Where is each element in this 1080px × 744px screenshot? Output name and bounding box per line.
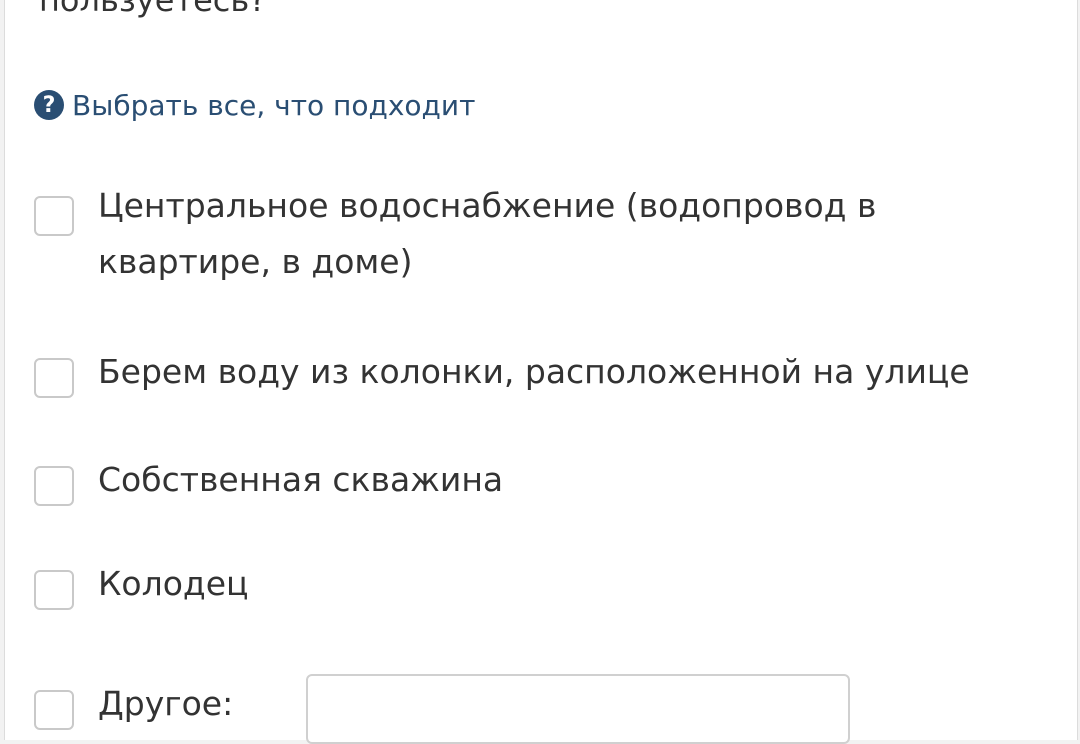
option-label: Центральное водоснабжение (водопровод в … xyxy=(98,186,877,281)
hint-text: Выбрать все, что подходит xyxy=(72,88,476,122)
question-circle-icon: ? xyxy=(34,90,64,120)
option-label: Собственная скважина xyxy=(98,460,504,499)
question-text: пользуетесь? xyxy=(39,0,267,19)
option-street-pump[interactable]: Берем воду из колонки, расположенной на … xyxy=(34,352,970,400)
option-own-well[interactable]: Собственная скважина xyxy=(34,460,503,508)
checkbox[interactable] xyxy=(34,570,74,610)
option-central-water[interactable]: Центральное водоснабжение (водопровод в … xyxy=(34,186,998,290)
option-dug-well[interactable]: Колодец xyxy=(34,564,248,612)
checkbox[interactable] xyxy=(34,196,74,236)
checkbox[interactable] xyxy=(34,466,74,506)
option-other[interactable]: Другое: xyxy=(34,684,233,732)
option-label: Колодец xyxy=(98,564,249,603)
option-label: Другое: xyxy=(98,684,234,723)
checkbox[interactable] xyxy=(34,690,74,730)
option-label: Берем воду из колонки, расположенной на … xyxy=(98,352,970,391)
other-text-field[interactable] xyxy=(306,674,850,744)
checkbox[interactable] xyxy=(34,358,74,398)
hint: ? Выбрать все, что подходит xyxy=(34,88,475,122)
